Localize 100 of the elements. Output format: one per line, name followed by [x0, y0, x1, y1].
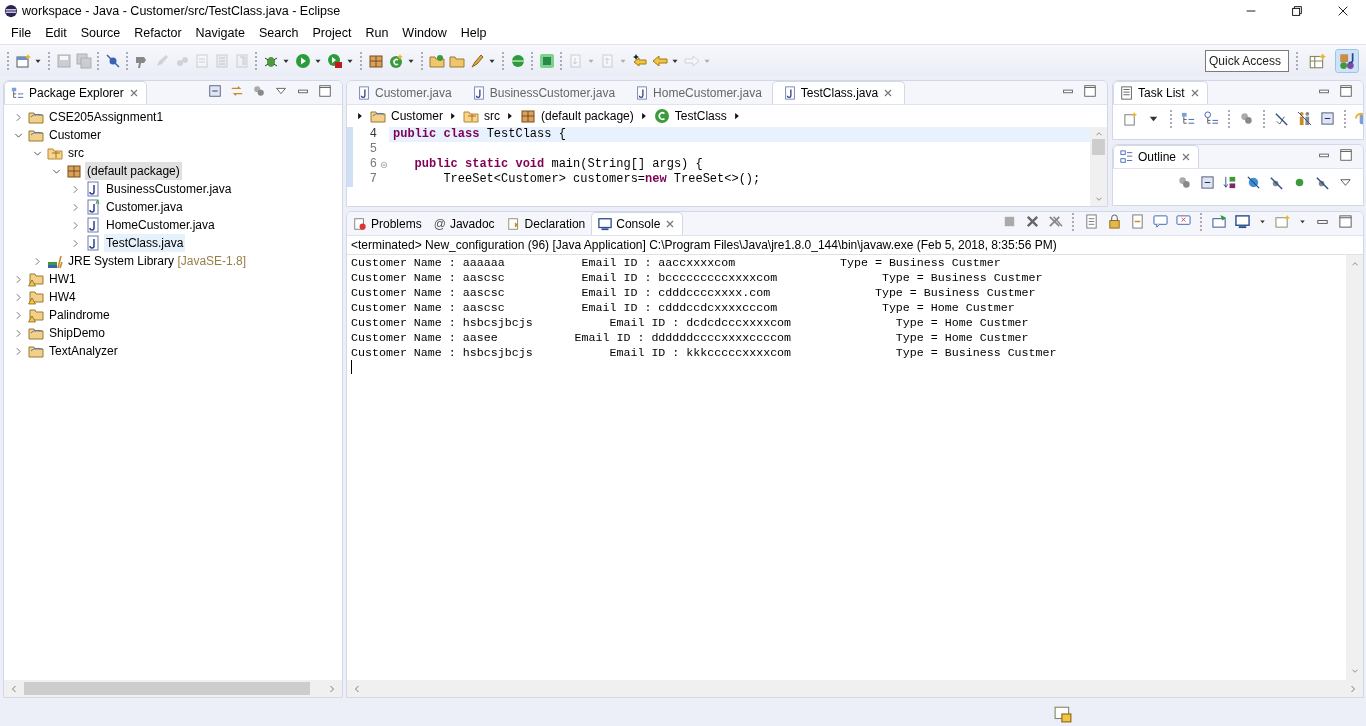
view-title: Task List [1138, 85, 1185, 102]
tree-item[interactable]: HomeCustomer.java [104, 216, 217, 234]
editor-tab[interactable]: HomeCustomer.java [625, 81, 772, 104]
line-number: 5 [369, 142, 377, 157]
folder-icon [28, 127, 44, 143]
fold-icon[interactable] [379, 159, 389, 170]
maximize-icon[interactable] [1336, 212, 1355, 231]
java-perspective-icon [1338, 51, 1356, 70]
crate-icon [520, 108, 536, 124]
new-window-icon [15, 52, 31, 69]
pilcrow-icon [234, 52, 250, 69]
menu-item[interactable]: Refactor [127, 21, 189, 45]
editor-tab[interactable]: Customer.java [347, 81, 462, 104]
task-list-icon [1120, 86, 1134, 100]
console-line: Customer Name : aaaaaa Email ID : aaccxxxxcom Type = Business Custmer [351, 256, 1001, 269]
collapse-all-icon[interactable] [1318, 109, 1337, 128]
java-file-icon [85, 217, 101, 233]
editor-tab[interactable]: TestClass.java [771, 81, 906, 104]
new-class-icon [388, 52, 404, 69]
play-icon [295, 52, 311, 69]
tree-item[interactable]: TextAnalyzer [47, 342, 120, 360]
quick-access-field[interactable]: Quick Access [1205, 49, 1289, 72]
menu-item[interactable]: Search [251, 21, 306, 45]
breadcrumb-item[interactable]: (default package) [541, 107, 634, 125]
warning-folder-icon [28, 271, 44, 287]
run-toolbox-icon [327, 52, 343, 69]
tree-item[interactable]: BusinessCustomer.java [104, 180, 234, 198]
view-tab[interactable]: Console [591, 212, 684, 235]
collapse-all-icon[interactable] [206, 82, 224, 100]
left-arrow-icon [652, 52, 668, 69]
java-file-icon [85, 235, 101, 251]
console-line: Customer Name : aasee Email ID : ddddddccccxxxxccccom Type = Home Custmer [351, 331, 1029, 344]
crate-icon [66, 163, 82, 179]
breadcrumb-item[interactable]: Customer [391, 107, 443, 125]
tree-item[interactable]: (default package) [85, 162, 182, 180]
tree-item[interactable]: Palindrome [47, 306, 112, 324]
tree-item[interactable]: HW1 [47, 270, 78, 288]
maximize-icon[interactable] [1337, 82, 1355, 100]
monitor-icon [598, 217, 613, 231]
view-tab[interactable]: @ Javadoc [427, 212, 501, 235]
maximize-icon[interactable] [1081, 82, 1099, 100]
tree-item[interactable]: CSE205Assignment1 [47, 108, 166, 126]
folder-icon [370, 108, 386, 124]
pin-screen-icon[interactable] [1210, 212, 1229, 231]
square-icon [539, 52, 555, 69]
tree-item[interactable]: HW4 [47, 288, 78, 306]
menu-item[interactable]: Edit [38, 21, 74, 45]
menu-item[interactable]: File [4, 21, 39, 45]
tree-item[interactable]: src [66, 144, 86, 162]
console-line: Customer Name : aascsc Email ID : bcccccccccxxxxcom Type = Business Custmer [351, 271, 1043, 284]
maximize-icon[interactable] [1337, 146, 1355, 164]
java-file-icon [782, 86, 797, 100]
source-folder-icon [463, 108, 479, 124]
java-file-icon [85, 199, 101, 215]
menu-item[interactable]: Project [305, 21, 359, 45]
tree-item[interactable]: Customer.java [104, 198, 185, 216]
menu-item[interactable]: Navigate [188, 21, 252, 45]
view-title: Outline [1138, 149, 1177, 166]
view-tab[interactable]: Declaration [500, 212, 592, 235]
crossed-people-icon[interactable] [1295, 109, 1314, 128]
scrollbar-thumb[interactable] [1092, 139, 1105, 155]
tree-item[interactable]: Customer [47, 126, 103, 144]
folder-icon [28, 325, 44, 341]
menu-item[interactable]: Window [395, 21, 454, 45]
warning-folder-icon [28, 289, 44, 305]
line-number: 6 [369, 157, 377, 172]
monitor-icon[interactable] [1233, 212, 1252, 231]
text-block-icon [214, 52, 230, 69]
globe-icon [510, 52, 526, 69]
warning-folder-icon [28, 307, 44, 323]
maximize-icon[interactable] [316, 82, 334, 100]
view-tab[interactable]: Package Explorer [4, 81, 147, 104]
view-tab[interactable]: Outline [1113, 145, 1200, 168]
perspective-button[interactable] [1336, 49, 1358, 72]
code-line: TreeSet<Customer> customers=new TreeSet<>(); [442, 172, 762, 187]
menu-item[interactable]: Source [73, 21, 128, 45]
down-arrow-page-icon [568, 52, 584, 69]
view-tab[interactable]: Task List [1113, 81, 1208, 104]
class-icon [653, 108, 670, 124]
java-file-icon [357, 85, 371, 100]
menu-item[interactable]: Help [453, 21, 494, 45]
editor-tab[interactable]: BusinessCustomer.java [461, 81, 626, 104]
folder-icon [28, 109, 44, 125]
code-line: public static void main(String[] args) { [413, 157, 704, 172]
view-tab[interactable]: Problems [347, 212, 428, 235]
tree-item[interactable]: ShipDemo [47, 324, 108, 342]
crossed-dot-icon [105, 52, 121, 69]
breadcrumb-item[interactable]: src [484, 107, 500, 125]
tree-item[interactable]: TestClass.java [104, 234, 186, 252]
java-file-icon [635, 85, 650, 100]
window-title: workspace - Java - Customer/src/TestClass.java - Eclipse [22, 2, 341, 20]
speech-bubble-icon[interactable] [1151, 212, 1170, 231]
category-tree-icon [11, 86, 25, 100]
tree-item[interactable]: JRE System Library [JavaSE-1.8] [66, 252, 249, 270]
console-line: Customer Name : hsbcsjbcjs Email ID : dcdcdcccxxxxcom Type = Home Custmer [351, 316, 1029, 329]
scrollbar-thumb[interactable] [24, 682, 310, 695]
breadcrumb-item[interactable]: TestClass [674, 107, 727, 125]
close-icon [1336, 4, 1350, 18]
menu-item[interactable]: Run [358, 21, 396, 45]
view-title: Package Explorer [29, 85, 124, 102]
